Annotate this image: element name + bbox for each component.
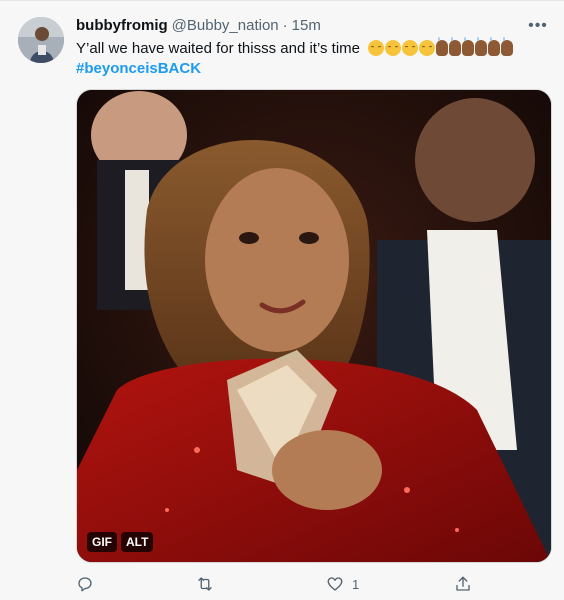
tweet-body: Y’all we have waited for thisss and it’s… bbox=[76, 40, 361, 57]
gif-media[interactable]: GIF ALT bbox=[76, 89, 552, 563]
separator-dot: · bbox=[282, 17, 288, 34]
retweet-icon bbox=[198, 577, 212, 591]
alt-badge[interactable]: ALT bbox=[121, 532, 154, 552]
raising-hands-icon bbox=[475, 37, 488, 56]
user-handle[interactable]: @Bubby_nation bbox=[172, 17, 279, 35]
action-bar: 1 bbox=[76, 573, 550, 595]
reply-icon bbox=[78, 577, 92, 592]
avatar-image bbox=[18, 17, 64, 63]
display-name[interactable]: bubbyfromig bbox=[76, 17, 168, 35]
gif-frame bbox=[77, 90, 551, 562]
media-badges: GIF ALT bbox=[87, 532, 154, 552]
tweet[interactable]: bubbyfromig @Bubby_nation · 15m ••• Y’al… bbox=[0, 0, 564, 600]
share-button[interactable] bbox=[454, 575, 472, 593]
like-count: 1 bbox=[352, 576, 360, 592]
relieved-face-icon bbox=[419, 40, 436, 56]
like-button[interactable]: 1 bbox=[326, 575, 359, 593]
relieved-face-icon bbox=[385, 40, 402, 56]
reply-button[interactable] bbox=[76, 575, 94, 593]
timestamp[interactable]: 15m bbox=[292, 17, 321, 35]
avatar[interactable] bbox=[18, 17, 64, 63]
share-icon bbox=[456, 576, 470, 591]
gif-badge: GIF bbox=[87, 532, 117, 552]
relieved-face-icon bbox=[402, 40, 419, 56]
relieved-face-icon bbox=[368, 40, 385, 56]
like-icon bbox=[327, 577, 343, 591]
raising-hands-icon bbox=[449, 37, 462, 56]
more-icon[interactable]: ••• bbox=[528, 17, 548, 35]
hashtag-link[interactable]: #beyonceisBACK bbox=[76, 59, 548, 79]
raising-hands-icon bbox=[488, 37, 501, 56]
raising-hands-icon bbox=[501, 37, 514, 56]
tweet-header: bubbyfromig @Bubby_nation · 15m ••• bbox=[76, 17, 548, 35]
retweet-button[interactable] bbox=[196, 575, 214, 593]
tweet-text: Y’all we have waited for thisss and it’s… bbox=[76, 37, 548, 79]
raising-hands-icon bbox=[436, 37, 449, 56]
emoji-row bbox=[368, 37, 514, 56]
raising-hands-icon bbox=[462, 37, 475, 56]
